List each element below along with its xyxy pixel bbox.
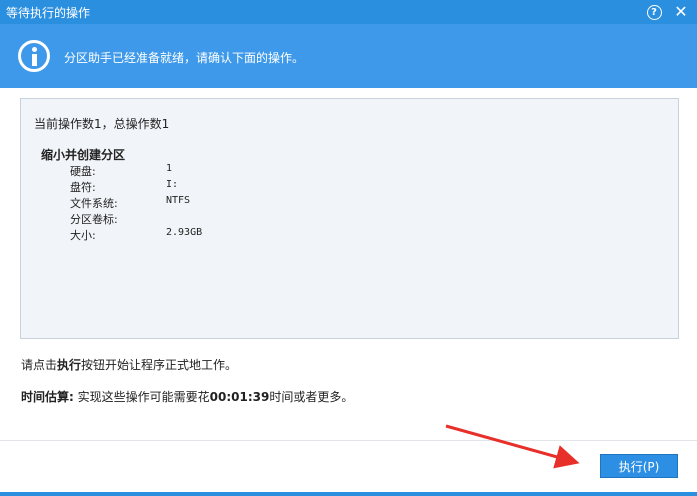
detail-key: 分区卷标:: [70, 213, 118, 226]
banner-message: 分区助手已经准备就绪，请确认下面的操作。: [64, 51, 305, 65]
window-bottom-border: [0, 492, 697, 496]
detail-key: 盘符:: [70, 181, 96, 194]
detail-key: 文件系统:: [70, 197, 118, 210]
help-icon: ?: [646, 4, 662, 20]
detail-key: 硬盘:: [70, 165, 96, 178]
operation-count: 当前操作数1，总操作数1: [34, 117, 170, 131]
close-icon[interactable]: ✕: [672, 3, 690, 21]
info-icon: [18, 40, 50, 72]
window-title: 等待执行的操作: [6, 6, 91, 20]
detail-value: I:: [166, 179, 179, 190]
footer-divider: [0, 440, 697, 441]
detail-value: 2.93GB: [166, 227, 203, 238]
execute-button[interactable]: 执行(P): [600, 454, 678, 478]
help-button[interactable]: ?: [645, 3, 663, 21]
detail-key: 大小:: [70, 229, 96, 242]
time-estimate: 时间估算: 实现这些操作可能需要花00:01:39时间或者更多。: [21, 390, 354, 404]
detail-value: NTFS: [166, 195, 191, 206]
instruction-text: 请点击执行按钮开始让程序正式地工作。: [21, 358, 238, 372]
title-bar: 等待执行的操作 ? ✕: [0, 0, 697, 24]
operation-title: 缩小并创建分区: [41, 148, 126, 162]
operations-panel: 当前操作数1，总操作数1 缩小并创建分区 硬盘: 1 盘符: I: 文件系统: …: [20, 98, 679, 339]
arrow-annotation: [445, 424, 580, 469]
info-banner: 分区助手已经准备就绪，请确认下面的操作。: [0, 24, 697, 88]
detail-value: 1: [166, 163, 173, 174]
